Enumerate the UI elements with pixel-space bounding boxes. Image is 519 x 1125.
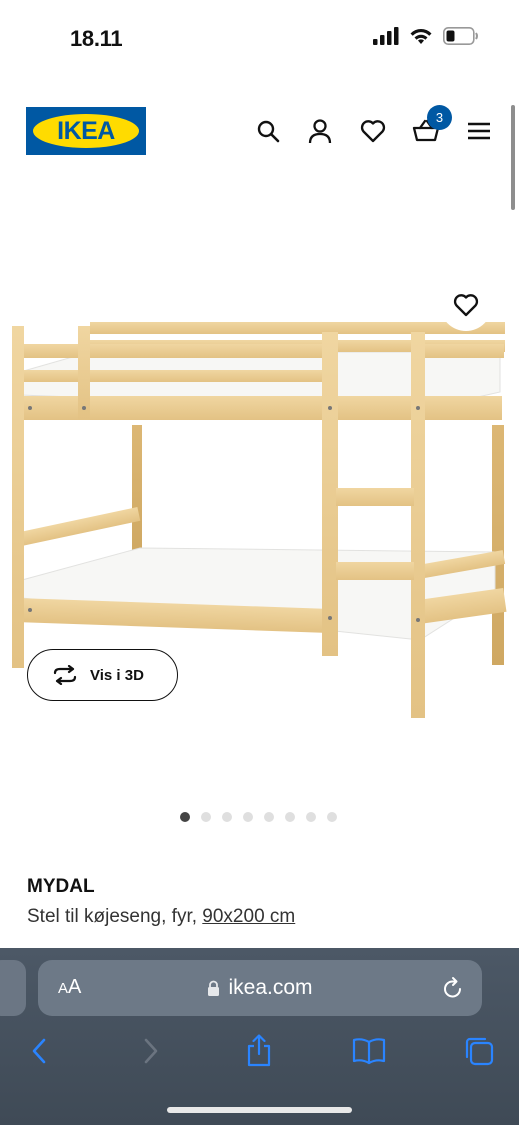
forward-icon[interactable] [134,1034,168,1068]
cellular-signal-icon [373,27,399,50]
site-header: IKEA 3 [0,100,519,164]
image-pager [180,812,337,822]
logo-text: IKEA [57,117,115,145]
pager-dot[interactable] [285,812,295,822]
view-in-3d-button[interactable]: Vis i 3D [27,649,178,701]
home-indicator[interactable] [167,1107,352,1113]
battery-icon [443,27,479,50]
back-icon[interactable] [22,1034,56,1068]
rotate-3d-icon [53,665,77,685]
favorites-icon[interactable] [359,117,387,145]
address-bar[interactable]: AA ikea.com [38,960,482,1016]
lock-icon [208,980,220,996]
product-name: MYDAL [27,876,95,897]
pager-dot[interactable] [243,812,253,822]
status-bar: 18.11 [0,0,519,80]
pager-dot[interactable] [327,812,337,822]
account-icon[interactable] [306,117,334,145]
share-icon[interactable] [242,1034,276,1068]
menu-icon[interactable] [465,117,493,145]
browser-bottom-bar: AA ikea.com [0,948,519,1125]
status-icons [373,27,479,50]
product-type: Stel til køjeseng, fyr, [27,906,203,927]
heart-icon [453,294,479,317]
bookmarks-icon[interactable] [352,1034,386,1068]
page-scrollbar[interactable] [511,105,515,210]
cart-count-badge: 3 [427,105,452,130]
product-description: Stel til køjeseng, fyr, 90x200 cm [27,906,295,928]
search-icon[interactable] [254,117,282,145]
product-size-link[interactable]: 90x200 cm [202,906,295,927]
previous-tab-preview[interactable] [0,960,26,1016]
url-display: ikea.com [38,960,482,1016]
ikea-logo[interactable]: IKEA [26,107,146,155]
pager-dot[interactable] [264,812,274,822]
url-text: ikea.com [228,976,313,999]
status-time: 18.11 [70,26,123,51]
pager-dot[interactable] [222,812,232,822]
pager-dot[interactable] [306,812,316,822]
pager-dot[interactable] [180,812,190,822]
view-in-3d-label: Vis i 3D [90,666,144,684]
reload-icon[interactable] [442,976,464,1005]
product-favorite-button[interactable] [440,279,492,331]
pager-dot[interactable] [201,812,211,822]
wifi-icon [409,27,433,50]
tabs-icon[interactable] [462,1034,496,1068]
